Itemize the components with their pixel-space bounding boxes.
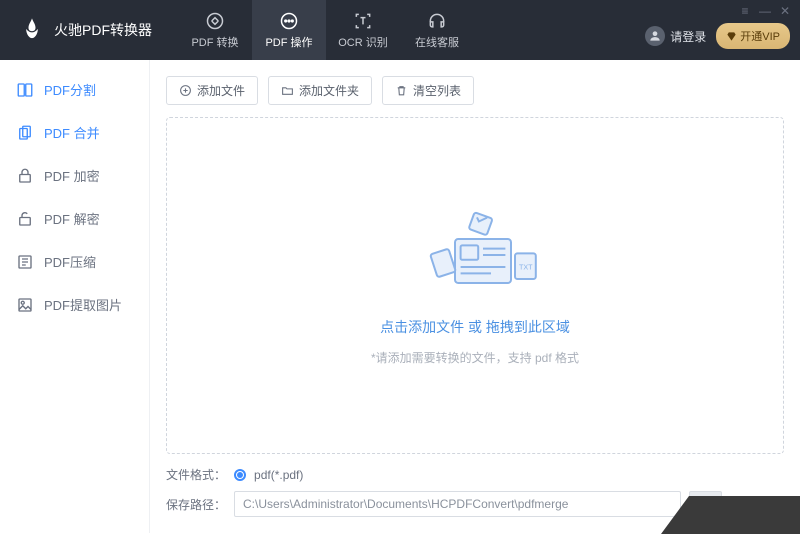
dropzone-title: 点击添加文件 或 拖拽到此区域 (380, 317, 570, 337)
tab-pdf-operate[interactable]: PDF 操作 (252, 0, 326, 60)
sidebar-label: PDF分割 (44, 80, 96, 99)
sidebar-label: PDF提取图片 (44, 295, 122, 314)
vip-label: 开通VIP (740, 28, 780, 44)
vip-button[interactable]: 开通VIP (716, 23, 790, 49)
format-value: pdf(*.pdf) (254, 468, 303, 482)
sidebar-item-encrypt[interactable]: PDF 加密 (0, 154, 149, 197)
tab-service[interactable]: 在线客服 (400, 0, 474, 60)
add-file-button[interactable]: 添加文件 (166, 76, 258, 105)
operate-icon (279, 11, 299, 31)
toolbar: 添加文件 添加文件夹 清空列表 (166, 76, 784, 105)
tab-label: 在线客服 (415, 34, 459, 50)
header-right: 请登录 开通VIP (645, 11, 790, 49)
tab-pdf-convert[interactable]: PDF 转换 (178, 0, 252, 60)
folder-icon (281, 84, 294, 97)
merge-icon (16, 124, 34, 142)
clear-list-button[interactable]: 清空列表 (382, 76, 474, 105)
sidebar-label: PDF 加密 (44, 166, 100, 185)
btn-label: 添加文件 (197, 82, 245, 99)
sidebar: PDF分割 PDF 合并 PDF 加密 PDF 解密 PDF压缩 PDF提取图片 (0, 60, 150, 533)
format-radio[interactable] (234, 469, 246, 481)
dropzone[interactable]: TXT 点击添加文件 或 拖拽到此区域 *请添加需要转换的文件，支持 pdf 格… (166, 117, 784, 454)
sidebar-label: PDF压缩 (44, 252, 96, 271)
login-label: 请登录 (670, 28, 706, 45)
sidebar-item-split[interactable]: PDF分割 (0, 68, 149, 111)
compress-icon (16, 253, 34, 271)
titlebar: 火驰PDF转换器 PDF 转换 PDF 操作 OCR 识别 在线客服 ≡ — ✕ (0, 0, 800, 60)
login-button[interactable]: 请登录 (645, 26, 706, 46)
btn-label: 清空列表 (413, 82, 461, 99)
headset-icon (427, 11, 447, 31)
main-panel: 添加文件 添加文件夹 清空列表 T (150, 60, 800, 533)
sidebar-item-merge[interactable]: PDF 合并 (0, 111, 149, 154)
app-name: 火驰PDF转换器 (54, 20, 152, 40)
lock-icon (16, 167, 34, 185)
ocr-icon (353, 11, 373, 31)
tab-label: PDF 操作 (265, 34, 312, 50)
app-logo-icon (18, 16, 46, 44)
sidebar-item-decrypt[interactable]: PDF 解密 (0, 197, 149, 240)
add-file-icon (179, 84, 192, 97)
tab-ocr[interactable]: OCR 识别 (326, 0, 400, 60)
sidebar-item-compress[interactable]: PDF压缩 (0, 240, 149, 283)
sidebar-item-extract-images[interactable]: PDF提取图片 (0, 283, 149, 326)
unlock-icon (16, 210, 34, 228)
format-label: 文件格式： (166, 466, 226, 483)
tab-label: PDF 转换 (191, 34, 238, 50)
add-folder-button[interactable]: 添加文件夹 (268, 76, 372, 105)
avatar-icon (645, 26, 665, 46)
body: PDF分割 PDF 合并 PDF 加密 PDF 解密 PDF压缩 PDF提取图片… (0, 60, 800, 533)
path-label: 保存路径： (166, 496, 226, 513)
top-tabs: PDF 转换 PDF 操作 OCR 识别 在线客服 (178, 0, 474, 60)
tab-label: OCR 识别 (338, 34, 388, 50)
format-row: 文件格式： pdf(*.pdf) (166, 466, 784, 483)
dropzone-illustration-icon: TXT (395, 205, 555, 305)
dropzone-subtitle: *请添加需要转换的文件，支持 pdf 格式 (371, 349, 579, 366)
image-icon (16, 296, 34, 314)
save-path-input[interactable] (234, 491, 681, 517)
sidebar-label: PDF 解密 (44, 209, 100, 228)
convert-icon (205, 11, 225, 31)
diamond-icon (726, 31, 737, 42)
sidebar-label: PDF 合并 (44, 123, 100, 142)
btn-label: 添加文件夹 (299, 82, 359, 99)
trash-icon (395, 84, 408, 97)
split-icon (16, 81, 34, 99)
logo-area: 火驰PDF转换器 (0, 16, 170, 44)
svg-text:TXT: TXT (519, 262, 533, 271)
